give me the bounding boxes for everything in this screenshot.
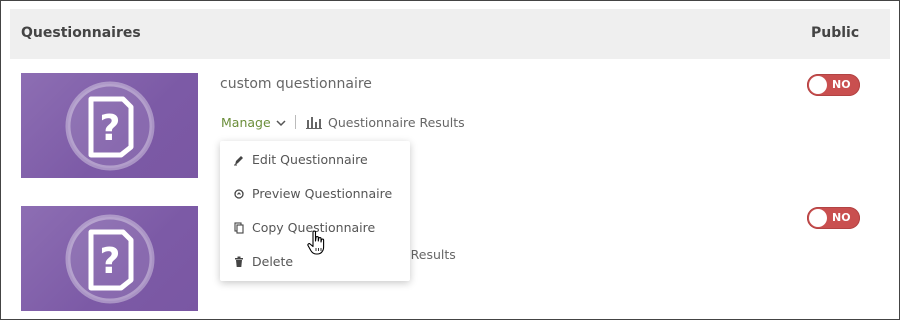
toggle-knob (809, 76, 827, 94)
pencil-icon (234, 155, 243, 165)
copy-icon (234, 221, 244, 234)
manage-dropdown-button[interactable]: Manage (221, 115, 286, 130)
public-toggle[interactable]: NO (807, 207, 860, 229)
questionnaire-thumbnail[interactable]: ? (21, 206, 198, 311)
bar-chart-icon (306, 117, 322, 129)
menu-item-delete[interactable]: Delete (234, 254, 293, 269)
questionnaire-results-link[interactable]: Questionnaire Results (306, 115, 465, 130)
toggle-label: NO (832, 211, 851, 224)
public-toggle[interactable]: NO (807, 74, 860, 96)
column-header-public: Public (811, 25, 860, 41)
menu-item-label: Edit Questionnaire (252, 152, 368, 167)
column-header-questionnaires: Questionnaires (21, 25, 141, 41)
manage-label: Manage (221, 115, 271, 130)
results-label: Questionnaire Results (328, 115, 465, 130)
table-header: Questionnaires Public (10, 9, 890, 59)
questionnaire-thumbnail[interactable]: ? (21, 73, 198, 178)
svg-text:?: ? (100, 108, 121, 149)
questionnaire-icon: ? (65, 214, 155, 304)
menu-item-label: Preview Questionnaire (252, 186, 393, 201)
preview-icon (234, 188, 244, 199)
questionnaires-panel: Questionnaires Public ? custom questionn… (0, 0, 900, 320)
menu-item-preview-questionnaire[interactable]: Preview Questionnaire (234, 186, 392, 201)
trash-icon (235, 256, 243, 267)
manage-dropdown-menu: Edit Questionnaire Preview Questionnaire… (220, 141, 410, 281)
link-divider (295, 115, 296, 129)
menu-item-label: Delete (252, 254, 294, 269)
hand-cursor-icon (307, 230, 325, 255)
toggle-knob (809, 209, 827, 227)
menu-item-edit-questionnaire[interactable]: Edit Questionnaire (234, 152, 368, 167)
questionnaire-icon: ? (65, 81, 155, 171)
chevron-down-icon (276, 119, 286, 126)
toggle-label: NO (832, 78, 851, 91)
questionnaire-title[interactable]: custom questionnaire (220, 76, 372, 92)
menu-item-copy-questionnaire[interactable]: Copy Questionnaire (234, 220, 375, 235)
svg-text:?: ? (100, 241, 121, 282)
